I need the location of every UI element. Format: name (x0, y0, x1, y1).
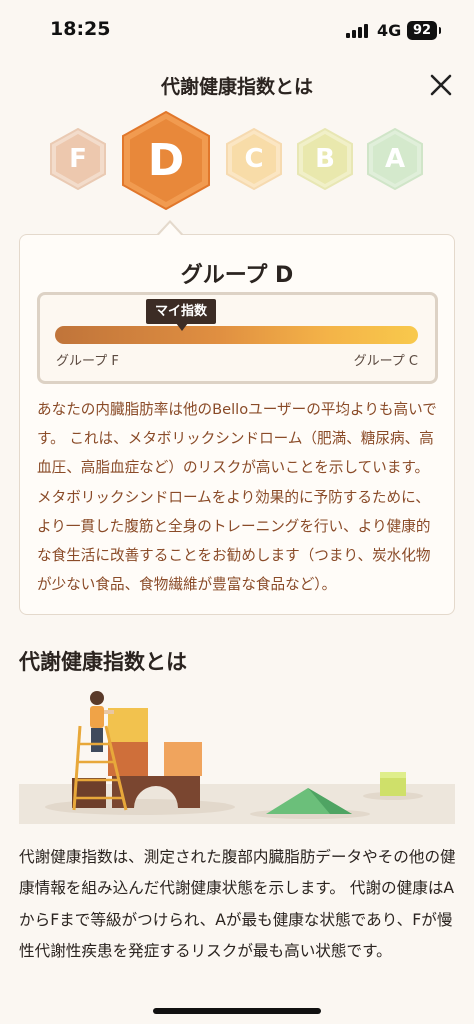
group-title: グループ D (180, 263, 294, 288)
close-icon (430, 74, 452, 96)
grade-c-hexagon[interactable]: C (226, 128, 282, 190)
page-title: 代謝健康指数とは (160, 76, 313, 98)
grade-a-hexagon[interactable]: A (367, 128, 423, 190)
battery-icon: 92 (407, 21, 441, 40)
section-body: 代謝健康指数は、測定された腹部内臓脂肪データやその他の健康情報を組み込んだ代謝健… (19, 848, 456, 960)
group-description: あなたの内臓脂肪率は他のBelloユーザーの平均よりも高いです。 これは、メタボ… (37, 401, 437, 594)
status-bar: 18:25 4G 92 (0, 0, 474, 62)
grade-f-letter: F (69, 144, 87, 174)
home-indicator[interactable] (153, 1008, 321, 1014)
card-pointer-fill (158, 223, 182, 236)
signal-icon (346, 24, 368, 38)
group-card: グループ D マイ指数 グループ F グループ C あなたの内臓脂肪率は他のBe… (19, 234, 455, 615)
grade-c-letter: C (244, 144, 264, 174)
network-type: 4G (377, 21, 402, 40)
grade-b-letter: B (315, 144, 335, 174)
blocks-illustration (0, 686, 474, 826)
my-index-marker: マイ指数 (146, 299, 217, 324)
grade-b-hexagon[interactable]: B (297, 128, 353, 190)
index-gauge: マイ指数 グループ F グループ C (37, 292, 438, 384)
marker-pointer-icon (176, 323, 188, 331)
grade-d-hexagon[interactable]: D (122, 111, 210, 210)
grade-selector: F D C B A (0, 108, 474, 218)
close-button[interactable] (424, 68, 458, 102)
grade-f-hexagon[interactable]: F (50, 128, 106, 190)
gauge-bar (55, 326, 418, 344)
section-title: 代謝健康指数とは (19, 650, 187, 674)
grade-a-letter: A (384, 144, 406, 174)
grade-d-letter: D (147, 135, 185, 186)
gauge-right-label: グループ C (353, 354, 418, 369)
gauge-left-label: グループ F (56, 354, 119, 369)
status-time: 18:25 (50, 18, 111, 40)
